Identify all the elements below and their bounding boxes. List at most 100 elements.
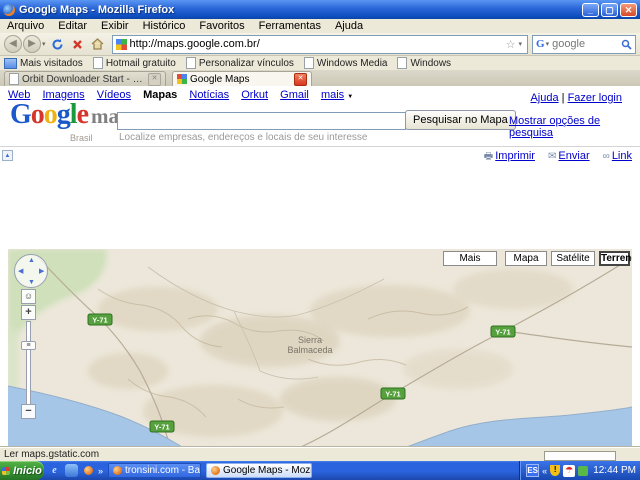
map-button-mapa[interactable]: Mapa [505,251,547,266]
pan-left-icon[interactable]: ◀ [18,268,23,275]
search-engine-box[interactable]: G ▾ google [532,35,636,54]
route-shield: Y-71 [381,388,405,399]
bookmark-label: Hotmail gratuito [106,58,176,69]
street-view-pegman-button[interactable]: ☺ [21,289,36,304]
zoom-out-button[interactable]: − [21,404,36,419]
quicklaunch-overflow-chevron[interactable]: » [98,466,103,476]
start-label: Inicio [13,465,42,477]
link-action[interactable]: ∞Link [603,150,632,162]
quicklaunch-ie-icon[interactable]: e [48,464,61,477]
tab-close-icon[interactable]: ✕ [148,73,161,86]
bookmark-mais-visitados[interactable]: Mais visitados [4,58,83,69]
tab-orbit-downloader[interactable]: Orbit Downloader Start - Mapa... ✕ [4,71,166,86]
back-button[interactable]: ◀ [4,35,22,53]
map-pan-control[interactable]: ▲ ▼ ◀ ▶ [14,254,48,288]
bookmark-windows[interactable]: Windows [397,57,451,69]
bookmark-hotmail[interactable]: Hotmail gratuito [93,57,176,69]
logo-letter: l [70,99,77,130]
security-alert-icon[interactable]: ! [550,465,560,476]
tray-collapse-chevron[interactable]: « [542,466,547,476]
map-canvas[interactable]: Sierra Balmaceda Y-71 Y-71 Y-71 [8,249,632,480]
bookmark-windows-media[interactable]: Windows Media [304,57,388,69]
reload-button[interactable] [49,35,67,53]
stop-icon [72,39,83,50]
page-content: Web Imagens Vídeos Mapas Notícias Orkut … [0,86,640,447]
menu-exibir[interactable]: Exibir [94,20,136,32]
url-dropdown-icon[interactable]: ▾ [518,40,522,48]
tab-close-icon[interactable]: ✕ [294,73,307,86]
bookmarks-toolbar: Mais visitados Hotmail gratuito Personal… [0,56,640,71]
bookmark-label: Windows Media [317,58,388,69]
menu-editar[interactable]: Editar [51,20,94,32]
bookmark-star-icon[interactable]: ☆ [506,38,516,51]
map-button-terreno[interactable]: Terreno [599,251,630,266]
zoom-slider-track[interactable] [26,321,31,405]
url-text[interactable]: http://maps.google.com.br/ [130,38,506,50]
pan-down-icon[interactable]: ▼ [28,279,35,286]
tab-google-maps[interactable]: Google Maps ✕ [172,71,312,86]
svg-text:Y-71: Y-71 [385,390,400,399]
account-links: Ajuda | Fazer login [530,92,622,104]
route-shield: Y-71 [150,421,174,432]
close-button[interactable]: ✕ [620,3,637,17]
engine-dropdown-icon[interactable]: ▾ [546,40,550,48]
magnifier-icon[interactable] [621,39,632,50]
search-map-button[interactable]: Pesquisar no Mapa [405,110,516,130]
link-ajuda[interactable]: Ajuda [530,92,558,104]
home-button[interactable] [89,35,107,53]
menu-ferramentas[interactable]: Ferramentas [252,20,328,32]
taskbar-clock[interactable]: 12:44 PM [593,465,636,476]
mais-dropdown-icon[interactable]: ▼ [347,94,353,100]
link-orkut[interactable]: Orkut [241,89,268,101]
history-dropdown-icon[interactable]: ▾ [42,40,46,48]
collapse-panel-button[interactable]: ▲ [2,150,13,161]
bookmark-personalizar[interactable]: Personalizar vínculos [186,57,294,69]
link-noticias[interactable]: Notícias [189,89,229,101]
zoom-in-button[interactable]: + [21,305,36,320]
menu-historico[interactable]: Histórico [136,20,193,32]
maximize-button[interactable]: ▢ [601,3,618,17]
route-shield: Y-71 [88,314,112,325]
link-mais[interactable]: mais [321,89,344,101]
language-indicator[interactable]: ES [526,464,539,477]
reload-icon [51,38,64,51]
terrain-map: Sierra Balmaceda Y-71 Y-71 Y-71 [8,249,632,480]
map-button-satelite[interactable]: Satélite [551,251,595,266]
route-shield: Y-71 [491,326,515,337]
search-options-link[interactable]: Mostrar opções de pesquisa [509,115,640,139]
window-button-label: tronsini.com - Banco Tóp... [125,465,201,476]
map-search-input[interactable] [117,112,406,130]
antivirus-icon[interactable]: ☂ [563,465,575,477]
zoom-slider-handle[interactable]: ≡ [21,341,36,350]
link-gmail[interactable]: Gmail [280,89,309,101]
link-fazer-login[interactable]: Fazer login [568,92,622,104]
quicklaunch-firefox-icon[interactable] [82,464,95,477]
page-icon [304,57,314,69]
start-button[interactable]: Inicio [0,461,44,480]
menu-ajuda[interactable]: Ajuda [328,20,370,32]
send-action[interactable]: ✉Enviar [548,150,590,162]
tab-label: Orbit Downloader Start - Mapa... [22,74,145,85]
page-icon [93,57,103,69]
home-icon [91,38,104,50]
taskbar-window-2[interactable]: Google Maps - Mozilla... [206,463,312,478]
logo-letter: o [31,99,44,130]
map-button-mais[interactable]: Mais [443,251,497,266]
forward-button[interactable]: ▶ [23,35,41,53]
minimize-button[interactable]: _ [582,3,599,17]
print-action[interactable]: 🖶Imprimir [484,150,535,162]
pan-right-icon[interactable]: ▶ [39,268,44,275]
taskbar-window-1[interactable]: tronsini.com - Banco Tóp... [108,463,201,478]
search-engine-value[interactable]: google [552,38,621,50]
map-green-strip [8,329,18,389]
menu-arquivo[interactable]: Arquivo [0,20,51,32]
page-icon [9,73,19,85]
logo-region-label: Brasil [70,133,93,143]
quicklaunch-desktop-icon[interactable] [65,464,78,477]
menu-favoritos[interactable]: Favoritos [192,20,251,32]
address-bar[interactable]: http://maps.google.com.br/ ☆ ▾ [112,35,528,54]
stop-button[interactable] [69,35,87,53]
tray-app-icon[interactable] [578,466,588,476]
pan-up-icon[interactable]: ▲ [28,257,35,264]
send-label: Enviar [558,150,589,162]
